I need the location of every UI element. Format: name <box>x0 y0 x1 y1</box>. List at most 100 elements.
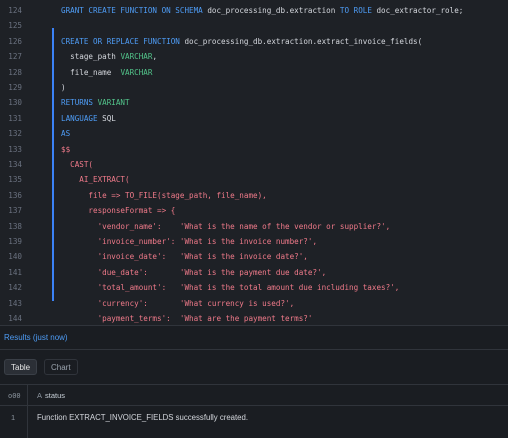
code-line[interactable]: 142 'total_amount': 'What is the total a… <box>0 281 508 295</box>
code-text: stage_path VARCHAR, <box>61 50 157 64</box>
code-line[interactable]: 124 GRANT CREATE FUNCTION ON SCHEMA doc_p… <box>0 4 508 18</box>
code-token: AS <box>61 129 71 139</box>
tab-chart[interactable]: Chart <box>44 359 78 375</box>
code-text: AI_EXTRACT( <box>61 173 130 187</box>
line-number: 138 <box>8 221 22 231</box>
line-number: 124 <box>8 6 22 15</box>
code-token: VARCHAR <box>120 52 153 62</box>
code-token: responseFormat => { <box>61 206 176 216</box>
code-token: 'currency': 'What currency is used?', <box>61 298 295 308</box>
code-line[interactable]: 131 LANGUAGE SQL <box>0 112 508 126</box>
tab-table[interactable]: Table <box>4 359 38 375</box>
line-number: 130 <box>8 98 22 108</box>
code-line[interactable]: 137 responseFormat => { <box>0 204 508 218</box>
code-text: CREATE OR REPLACE FUNCTION doc_processin… <box>61 35 422 49</box>
code-line[interactable]: 133 $$ <box>0 143 508 157</box>
code-token: SQL <box>102 113 116 123</box>
code-token: AI_EXTRACT( <box>61 175 130 185</box>
line-number: 126 <box>8 36 22 46</box>
results-title-label: Results <box>4 333 31 342</box>
code-line[interactable]: 144 'payment_terms': 'What are the payme… <box>0 312 508 325</box>
row-number: 1 <box>11 413 16 422</box>
code-token: ) <box>61 83 66 92</box>
code-text: CAST( <box>61 158 93 172</box>
code-token: RETURNS <box>61 98 98 108</box>
results-header: Results (just now) <box>0 326 508 350</box>
code-line[interactable]: 143 'currency': 'What currency is used?'… <box>0 297 508 311</box>
code-token: , <box>152 52 158 62</box>
code-line[interactable]: 130 RETURNS VARIANT <box>0 96 508 110</box>
line-number: 128 <box>8 67 22 77</box>
line-number: 139 <box>8 237 22 246</box>
column-header-status[interactable]: Astatus <box>37 391 65 400</box>
code-token: 'invoice_number': 'What is the invoice n… <box>61 237 318 246</box>
code-text: 'payment_terms': 'What are the payment t… <box>61 312 313 325</box>
line-number: 132 <box>8 129 22 139</box>
line-number: 133 <box>8 144 22 154</box>
code-line[interactable]: 132 AS <box>0 127 508 141</box>
code-token: VARIANT <box>97 98 130 108</box>
code-token: stage_path <box>61 52 121 62</box>
results-panel: Results (just now) Table Chart o00 Astat… <box>0 325 508 438</box>
code-line[interactable]: 135 AI_EXTRACT( <box>0 173 508 187</box>
table-cell-status[interactable]: Function EXTRACT_INVOICE_FIELDS successf… <box>37 413 248 422</box>
results-table: o00 Astatus 1 Function EXTRACT_INVOICE_F… <box>0 384 508 438</box>
column-divider <box>27 384 28 438</box>
code-text: 'currency': 'What currency is used?', <box>61 297 295 311</box>
code-text: file => TO_FILE(stage_path, file_name), <box>61 189 266 203</box>
code-line[interactable]: 129) <box>0 81 508 95</box>
sql-editor[interactable]: 124 GRANT CREATE FUNCTION ON SCHEMA doc_p… <box>0 0 508 325</box>
code-line[interactable]: 128 file_name VARCHAR <box>0 66 508 80</box>
code-text: 'invoice_number': 'What is the invoice n… <box>61 235 317 249</box>
code-line[interactable]: 127 stage_path VARCHAR, <box>0 50 508 64</box>
code-text: 'due_date': 'What is the payment due dat… <box>61 266 327 280</box>
results-title[interactable]: Results (just now) <box>4 333 68 342</box>
code-text: 'invoice_date': 'What is the invoice dat… <box>61 250 308 264</box>
text-type-icon: A <box>37 391 43 400</box>
column-header-label: status <box>45 391 66 400</box>
code-token: $$ <box>61 144 71 154</box>
code-line[interactable]: 125 <box>0 19 508 33</box>
code-token: file_name <box>61 67 121 77</box>
code-line[interactable]: 140 'invoice_date': 'What is the invoice… <box>0 250 508 264</box>
line-number: 127 <box>8 52 22 62</box>
code-text: GRANT CREATE FUNCTION ON SCHEMA doc_proc… <box>61 4 463 18</box>
line-number: 131 <box>8 113 22 123</box>
code-text: RETURNS VARIANT <box>61 96 130 110</box>
code-text: ) <box>61 81 66 95</box>
code-line[interactable]: 139 'invoice_number': 'What is the invoi… <box>0 235 508 249</box>
table-header: o00 Astatus <box>0 384 508 406</box>
line-number: 129 <box>8 83 22 92</box>
code-line[interactable]: 138 'vendor_name': 'What is the name of … <box>0 220 508 234</box>
code-text: responseFormat => { <box>61 204 175 218</box>
code-token: 'vendor_name': 'What is the name of the … <box>61 221 391 231</box>
line-number: 144 <box>8 314 22 323</box>
code-token: 'payment_terms': 'What are the payment t… <box>61 314 313 323</box>
code-token: LANGUAGE <box>61 113 103 123</box>
line-number: 137 <box>8 206 22 216</box>
code-token: 'total_amount': 'What is the total amoun… <box>61 283 400 293</box>
line-number: 135 <box>8 175 22 185</box>
code-token: 'invoice_date': 'What is the invoice dat… <box>61 252 308 262</box>
code-line[interactable]: 136 file => TO_FILE(stage_path, file_nam… <box>0 189 508 203</box>
code-text: file_name VARCHAR <box>61 66 152 80</box>
line-number: 142 <box>8 283 22 293</box>
results-timestamp: (just now) <box>32 333 68 342</box>
code-token: GRANT CREATE FUNCTION ON SCHEMA <box>61 6 208 15</box>
line-number: 141 <box>8 267 22 277</box>
code-token: VARCHAR <box>120 67 153 77</box>
code-token: 'due_date': 'What is the payment due dat… <box>61 267 327 277</box>
code-line[interactable]: 134 CAST( <box>0 158 508 172</box>
line-number: 143 <box>8 298 22 308</box>
code-token: CAST( <box>61 160 94 169</box>
code-token: CREATE OR REPLACE FUNCTION <box>61 36 185 46</box>
code-token: TO ROLE <box>339 6 377 15</box>
line-number: 134 <box>8 160 22 169</box>
code-text: LANGUAGE SQL <box>61 112 116 126</box>
line-number: 136 <box>8 190 22 200</box>
code-line[interactable]: 141 'due_date': 'What is the payment due… <box>0 266 508 280</box>
line-number: 125 <box>8 21 22 31</box>
code-token: doc_extractor_role; <box>376 6 464 15</box>
code-line[interactable]: 126 CREATE OR REPLACE FUNCTION doc_proces… <box>0 35 508 49</box>
code-text: AS <box>61 127 70 141</box>
